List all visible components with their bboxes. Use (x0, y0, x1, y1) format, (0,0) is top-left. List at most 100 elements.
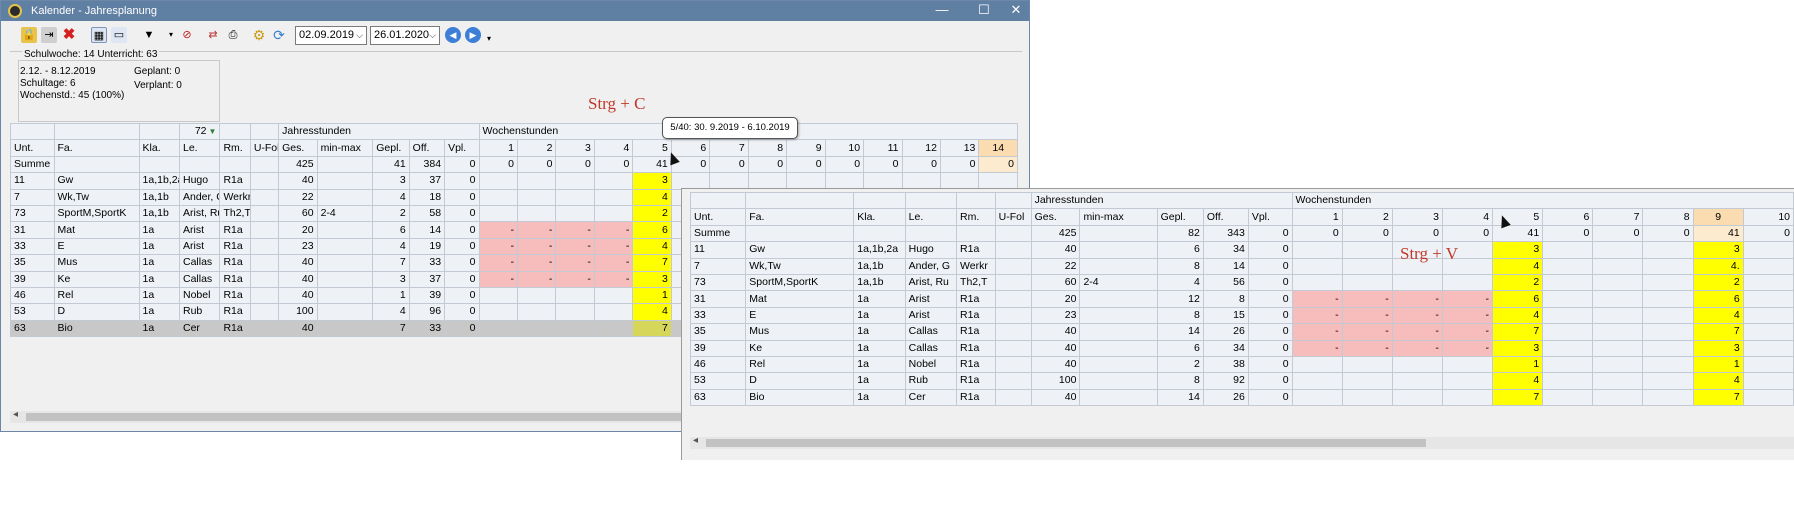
column-header[interactable]: 7 (1592, 208, 1644, 226)
week-cell[interactable]: 2 (1692, 273, 1744, 292)
column-header[interactable]: Le. (178, 139, 221, 157)
cell-unt[interactable]: 7 (10, 188, 55, 206)
week-cell[interactable] (747, 172, 788, 190)
column-header[interactable]: Gepl. (1156, 208, 1204, 226)
cell-rm[interactable]: R1a (956, 290, 996, 308)
column-header[interactable]: 14 (978, 139, 1018, 157)
week-cell[interactable] (1291, 355, 1343, 374)
week-cell[interactable] (1742, 388, 1794, 407)
cell-le[interactable]: Rub (178, 303, 221, 321)
week-cell[interactable] (593, 204, 634, 223)
cell-kla[interactable]: 1a,1b (138, 204, 180, 223)
week-cell[interactable]: 1 (1692, 355, 1744, 374)
column-header[interactable]: 8 (1642, 208, 1694, 226)
cell-ufol[interactable] (994, 339, 1032, 357)
column-header[interactable]: Fa. (53, 139, 140, 157)
cell-le[interactable]: Arist, Ru (178, 204, 221, 223)
week-cell[interactable]: - (478, 221, 518, 239)
cell-ges[interactable]: 60 (278, 204, 318, 223)
week-cell[interactable] (1542, 241, 1594, 259)
cell-off[interactable]: 18 (408, 188, 446, 206)
cell-kla[interactable]: 1a (853, 323, 906, 341)
cell-off[interactable]: 8 (1202, 290, 1249, 308)
cell-gepl[interactable]: 7 (372, 319, 410, 338)
cell-min-max[interactable] (316, 172, 374, 190)
week-cell[interactable] (1542, 290, 1594, 308)
cell-kla[interactable]: 1a (138, 237, 180, 256)
cell-fa[interactable]: Mus (53, 254, 140, 272)
week-cell[interactable] (1542, 323, 1594, 341)
cell-ufol[interactable] (994, 323, 1032, 341)
cell-kla[interactable]: 1a (853, 388, 906, 407)
week-cell[interactable] (1642, 273, 1694, 292)
cell-ges[interactable]: 40 (1030, 339, 1081, 357)
week-cell[interactable] (1291, 257, 1343, 275)
column-header[interactable]: 4 (593, 139, 634, 157)
cell-fa[interactable]: Gw (745, 241, 855, 259)
column-header[interactable]: 2 (516, 139, 557, 157)
week-cell[interactable] (1592, 273, 1644, 292)
cell-fa[interactable]: D (53, 303, 140, 321)
transfer-icon[interactable]: ⇄ (205, 27, 221, 43)
cell-kla[interactable]: 1a,1b (853, 273, 906, 292)
week-cell[interactable] (1742, 241, 1794, 259)
lock-icon[interactable]: 🔒 (21, 27, 37, 43)
cell-unt[interactable]: 35 (10, 254, 55, 272)
cell-kla[interactable]: 1a (138, 270, 180, 288)
week-cell[interactable] (516, 172, 557, 190)
cell-ufol[interactable] (994, 355, 1032, 374)
cell-ges[interactable]: 100 (278, 303, 318, 321)
cell-gepl[interactable]: 2 (372, 204, 410, 223)
week-cell[interactable] (1742, 290, 1794, 308)
cell-ufol[interactable] (994, 241, 1032, 259)
cell-vpl[interactable]: 0 (1247, 306, 1293, 325)
cell-le[interactable]: Arist (178, 237, 221, 256)
cell-vpl[interactable]: 0 (444, 286, 480, 305)
week-cell[interactable]: - (1341, 306, 1393, 325)
week-cell[interactable] (1542, 372, 1594, 390)
week-cell[interactable] (1592, 241, 1644, 259)
cell-vpl[interactable]: 0 (1247, 257, 1293, 275)
table-row[interactable]: 39 Ke 1a Callas R1a 40 6 34 0- - - -3 3 (689, 339, 1794, 357)
cell-fa[interactable]: Rel (745, 355, 855, 374)
column-header[interactable]: Kla. (138, 139, 180, 157)
week-cell[interactable] (1642, 372, 1694, 390)
cell-vpl[interactable]: 0 (444, 204, 480, 223)
cell-fa[interactable]: E (745, 306, 855, 325)
cell-ges[interactable]: 22 (278, 188, 318, 206)
week-cell[interactable] (478, 303, 518, 321)
week-cell[interactable]: - (1441, 290, 1494, 308)
week-cell[interactable] (1391, 372, 1443, 390)
week-cell[interactable] (1341, 372, 1393, 390)
week-cell[interactable] (1642, 355, 1694, 374)
week-cell[interactable]: - (516, 270, 557, 288)
week-cell[interactable] (478, 188, 518, 206)
cell-le[interactable]: Hugo (178, 172, 221, 190)
cell-gepl[interactable]: 14 (1156, 323, 1204, 341)
week-cell[interactable]: - (1391, 339, 1443, 357)
cell-unt[interactable]: 11 (10, 172, 55, 190)
cell-fa[interactable]: Mus (745, 323, 855, 341)
cell-min-max[interactable] (1079, 323, 1158, 341)
week-cell[interactable]: - (1341, 290, 1393, 308)
cell-ufol[interactable] (249, 319, 280, 338)
week-cell[interactable]: 4 (632, 237, 672, 256)
cell-min-max[interactable] (1079, 339, 1158, 357)
cell-gepl[interactable]: 12 (1156, 290, 1204, 308)
week-cell[interactable]: - (478, 237, 518, 256)
cell-min-max[interactable] (316, 303, 374, 321)
cell-gepl[interactable]: 3 (372, 172, 410, 190)
cell-le[interactable]: Hugo (904, 241, 958, 259)
scroll-left-icon[interactable]: ◂ (693, 435, 698, 446)
week-cell[interactable] (478, 286, 518, 305)
cell-gepl[interactable]: 4 (372, 188, 410, 206)
week-cell[interactable]: - (1291, 323, 1343, 341)
cell-kla[interactable]: 1a (138, 286, 180, 305)
week-cell[interactable] (1642, 257, 1694, 275)
cell-fa[interactable]: Mat (53, 221, 140, 239)
cell-min-max[interactable] (316, 270, 374, 288)
cell-ufol[interactable] (994, 388, 1032, 407)
cell-ges[interactable]: 22 (1030, 257, 1081, 275)
week-cell[interactable] (593, 319, 634, 338)
cell-fa[interactable]: Ke (53, 270, 140, 288)
